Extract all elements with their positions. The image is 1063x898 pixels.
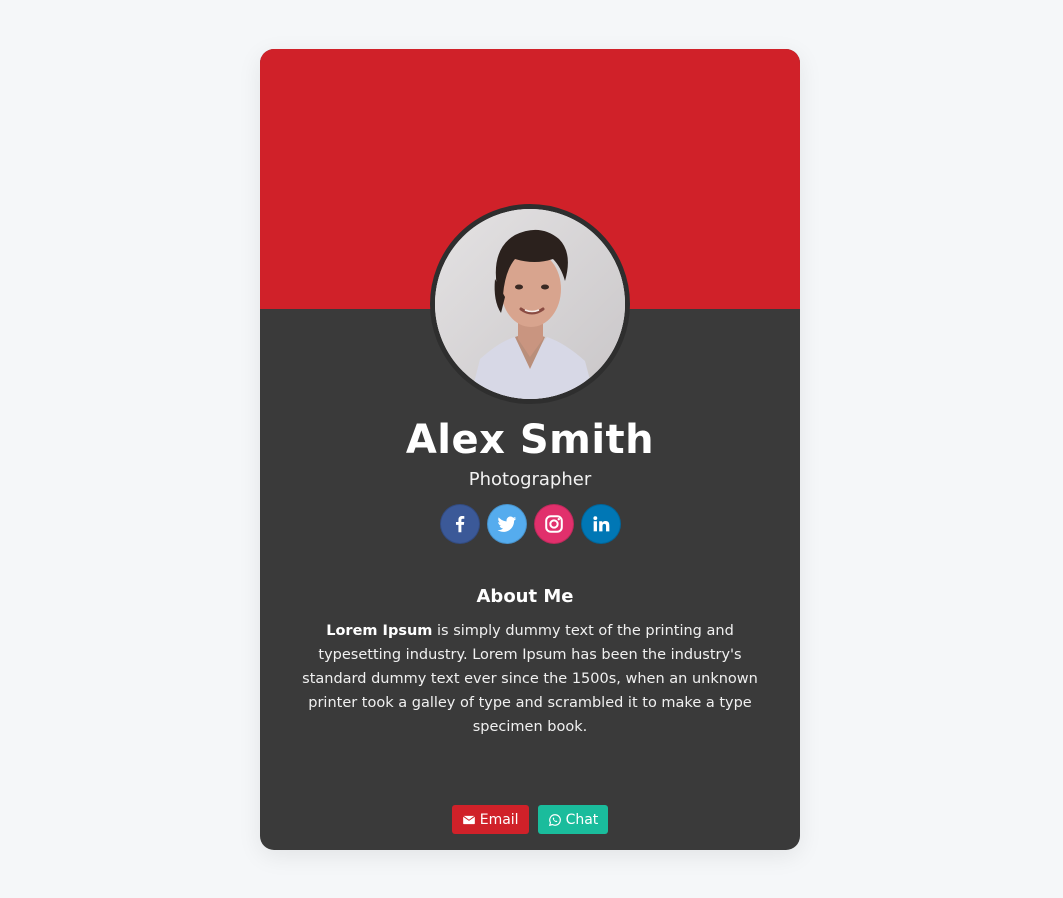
social-links <box>260 504 800 544</box>
whatsapp-icon <box>548 813 561 826</box>
about-body: is simply dummy text of the printing and… <box>302 623 758 735</box>
email-button-label: Email <box>479 811 519 828</box>
instagram-link[interactable] <box>533 504 574 544</box>
chat-button-label: Chat <box>565 811 599 828</box>
facebook-link[interactable] <box>439 504 480 544</box>
chat-button[interactable]: Chat <box>537 805 609 834</box>
facebook-icon <box>455 516 464 533</box>
contact-actions: Email Chat <box>260 805 800 834</box>
twitter-icon <box>497 516 516 532</box>
envelope-icon <box>462 815 475 824</box>
linkedin-icon <box>592 516 609 532</box>
twitter-link[interactable] <box>486 504 527 544</box>
profile-card: Alex Smith Photographer About Me Lorem I… <box>260 49 800 850</box>
linkedin-link[interactable] <box>580 504 621 544</box>
about-lead: Lorem Ipsum <box>326 623 433 639</box>
avatar <box>430 204 630 404</box>
about-title: About Me <box>476 586 574 607</box>
profile-name: Alex Smith <box>405 417 655 463</box>
profile-role: Photographer <box>468 469 592 490</box>
instagram-icon <box>544 515 563 533</box>
avatar-photo <box>435 209 625 399</box>
about-text: Lorem Ipsum is simply dummy text of the … <box>290 619 770 739</box>
email-button[interactable]: Email <box>451 805 529 834</box>
